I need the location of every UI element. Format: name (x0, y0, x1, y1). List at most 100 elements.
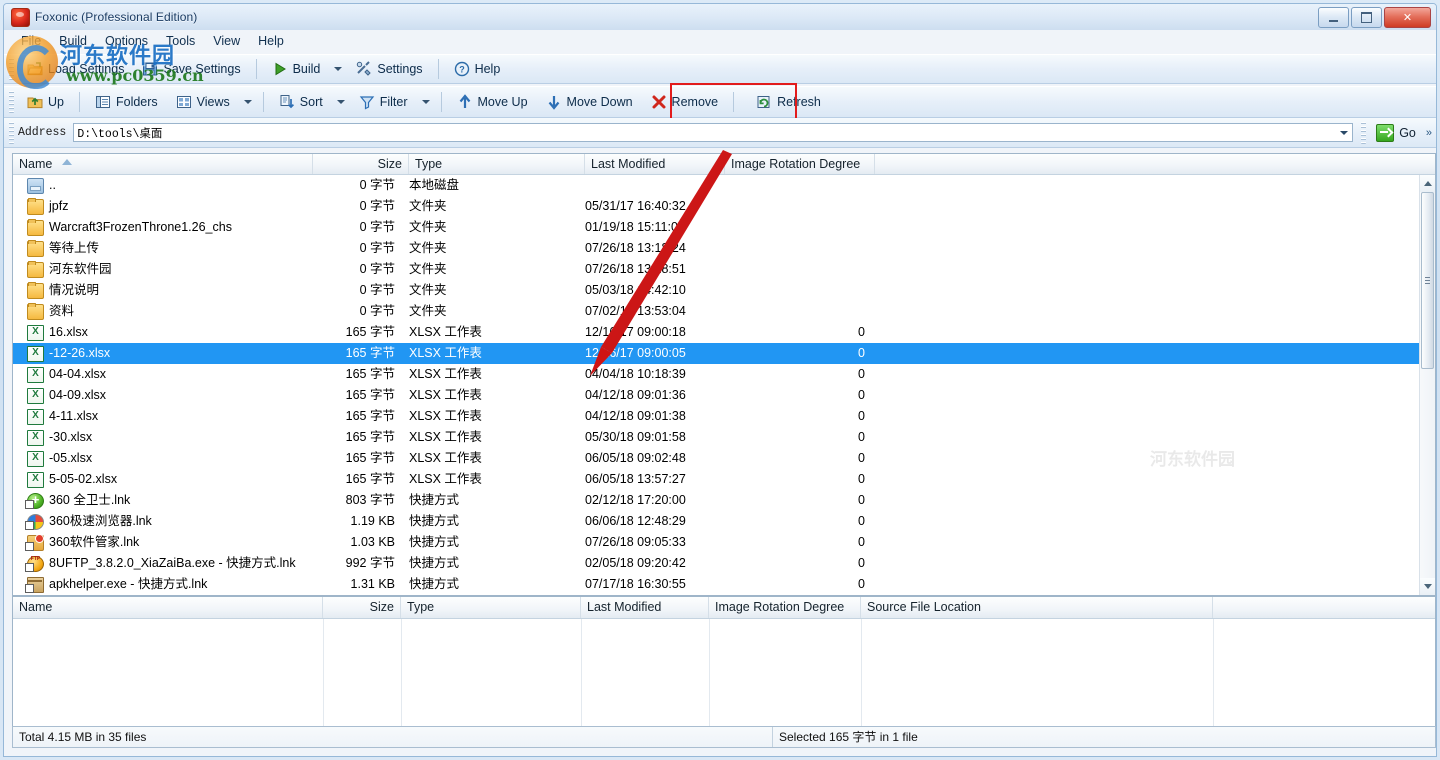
cell-type: 快捷方式 (409, 577, 460, 591)
table-row[interactable]: 河东软件园 0 字节 文件夹 07/26/18 13:18:51 (13, 259, 1419, 280)
remove-button[interactable]: Remove (643, 90, 727, 114)
go-button[interactable]: Go (1370, 122, 1422, 144)
out-column-header-name[interactable]: Name (13, 597, 323, 618)
address-input[interactable]: D:\tools\桌面 (73, 123, 1354, 142)
sort-icon (280, 95, 294, 109)
table-row[interactable]: 4-11.xlsx 165 字节 XLSX 工作表 04/12/18 09:01:38… (13, 406, 1419, 427)
file-name-text: 360极速浏览器.lnk (49, 514, 152, 528)
toolbar-separator (78, 92, 80, 112)
table-row[interactable]: 资料 0 字节 文件夹 07/02/18 13:53:04 (13, 301, 1419, 322)
cell-modified: 07/26/18 13:18:51 (585, 262, 686, 276)
cell-size: 165 字节 (345, 388, 395, 402)
sort-dropdown-caret-icon[interactable] (336, 100, 345, 104)
status-total: Total 4.15 MB in 35 files (13, 727, 773, 747)
settings-label: Settings (377, 62, 423, 76)
window-frame: Foxonic (Professional Edition) ✕ File Bu… (3, 3, 1437, 757)
cell-rotation: 0 (858, 367, 865, 381)
scrollbar-thumb[interactable] (1421, 192, 1434, 369)
go-grip[interactable] (1361, 121, 1367, 144)
cell-rotation: 0 (858, 451, 865, 465)
column-header-rotation[interactable]: Image Rotation Degree (725, 154, 875, 174)
table-row[interactable]: jpfz 0 字节 文件夹 05/31/17 16:40:32 (13, 196, 1419, 217)
views-grid-icon (176, 96, 191, 108)
column-header-name[interactable]: Name (13, 154, 313, 174)
toolbar-grip[interactable] (9, 58, 14, 80)
table-row[interactable]: apkhelper.exe - 快捷方式.lnk 1.31 KB 快捷方式 07/17… (13, 574, 1419, 595)
out-column-header-type[interactable]: Type (401, 597, 581, 618)
title-bar: Foxonic (Professional Edition) ✕ (4, 4, 1436, 30)
table-row[interactable]: 360极速浏览器.lnk 1.19 KB 快捷方式 06/06/18 12:48:29… (13, 511, 1419, 532)
table-row[interactable]: -30.xlsx 165 字节 XLSX 工作表 05/30/18 09:01:58 0 (13, 427, 1419, 448)
table-row[interactable]: Warcraft3FrozenThrone1.26_chs 0 字节 文件夹 01/1… (13, 217, 1419, 238)
chevron-down-icon[interactable] (1340, 130, 1349, 135)
table-row[interactable]: .. 0 字节 本地磁盘 (13, 175, 1419, 196)
minimize-button[interactable] (1318, 7, 1349, 28)
load-settings-button[interactable]: Load Settings (19, 57, 132, 81)
table-row[interactable]: 360 全卫士.lnk 803 字节快捷方式 02/12/18 17:20:00 0 (13, 490, 1419, 511)
save-settings-button[interactable]: Save Settings (134, 57, 248, 81)
column-header-type[interactable]: Type (409, 154, 585, 174)
toolbar-separator (440, 92, 442, 112)
filter-button[interactable]: Filter (351, 90, 416, 114)
out-column-header-modified[interactable]: Last Modified (581, 597, 709, 618)
scroll-down-button[interactable] (1420, 578, 1435, 595)
move-down-button[interactable]: Move Down (538, 90, 641, 114)
up-folder-icon (27, 97, 43, 109)
file-name-text: Warcraft3FrozenThrone1.26_chs (49, 220, 232, 234)
up-button[interactable]: Up (19, 90, 72, 114)
folders-button[interactable]: Folders (87, 90, 166, 114)
menu-help[interactable]: Help (249, 32, 293, 50)
build-button[interactable]: Build (264, 57, 329, 81)
table-row[interactable]: 8UFTP_3.8.2.0_XiaZaiBa.exe - 快捷方式.lnk 992… (13, 553, 1419, 574)
table-row[interactable]: 04-09.xlsx 165 字节 XLSX 工作表 04/12/18 09:01:3… (13, 385, 1419, 406)
menu-file[interactable]: File (12, 32, 50, 50)
cell-modified: 02/05/18 09:20:42 (585, 556, 686, 570)
build-dropdown-caret-icon[interactable] (334, 67, 343, 71)
close-button[interactable]: ✕ (1384, 7, 1431, 28)
toolbar-grip[interactable] (9, 91, 14, 113)
output-list-header: Name Size Type Last Modified Image Rotat… (13, 597, 1435, 619)
settings-button[interactable]: Settings (348, 57, 430, 81)
cell-rotation: 0 (858, 556, 865, 570)
cell-size: 992 字节 (345, 556, 395, 570)
sort-button[interactable]: Sort (271, 90, 331, 114)
menu-tools[interactable]: Tools (157, 32, 204, 50)
table-row[interactable]: 等待上传 0 字节 文件夹 07/26/18 13:18:24 (13, 238, 1419, 259)
table-row[interactable]: 情况说明 0 字节 文件夹 05/03/18 14:42:10 (13, 280, 1419, 301)
maximize-button[interactable] (1351, 7, 1382, 28)
addressbar-grip[interactable] (9, 121, 14, 144)
table-row[interactable]: 16.xlsx 165 字节 XLSX 工作表 12/16/17 09:00:18 0 (13, 322, 1419, 343)
views-button[interactable]: Views (168, 90, 238, 114)
column-header-modified[interactable]: Last Modified (585, 154, 725, 174)
tools-icon (357, 61, 372, 76)
table-row[interactable]: -05.xlsx 165 字节 XLSX 工作表 06/05/18 09:02:48 0 (13, 448, 1419, 469)
scroll-up-button[interactable] (1420, 175, 1435, 192)
toolbar-overflow-icon[interactable]: » (1422, 127, 1436, 139)
column-header-size[interactable]: Size (313, 154, 409, 174)
cell-type: XLSX 工作表 (409, 388, 482, 402)
file-list-rows: .. 0 字节 本地磁盘 jpfz 0 字节 文件夹 05/31/17 16:40:32 Wa… (13, 175, 1419, 595)
out-column-header-source[interactable]: Source File Location (861, 597, 1213, 618)
file-name-text: 资料 (49, 304, 75, 318)
cell-modified: 07/26/18 09:05:33 (585, 535, 686, 549)
cell-size: 165 字节 (345, 409, 395, 423)
refresh-button[interactable]: Refresh (748, 90, 829, 114)
file-list-scrollbar[interactable] (1419, 175, 1435, 595)
help-button[interactable]: ? Help (446, 57, 509, 81)
table-row[interactable]: 04-04.xlsx 165 字节 XLSX 工作表 04/04/18 10:18:3… (13, 364, 1419, 385)
open-folder-icon (27, 62, 43, 76)
cell-size: 165 字节 (345, 325, 395, 339)
table-row[interactable]: 5-05-02.xlsx 165 字节 XLSX 工作表 06/05/18 13:57… (13, 469, 1419, 490)
cell-modified: 07/02/18 13:53:04 (585, 304, 686, 318)
move-up-button[interactable]: Move Up (449, 90, 536, 114)
filter-dropdown-caret-icon[interactable] (421, 100, 430, 104)
table-row[interactable]: -12-26.xlsx 165 字节 XLSX 工作表 12/26/17 09:00:… (13, 343, 1419, 364)
table-row[interactable]: 360软件管家.lnk 1.03 KB 快捷方式 07/26/18 09:05:33 0 (13, 532, 1419, 553)
out-column-header-rotation[interactable]: Image Rotation Degree (709, 597, 861, 618)
menu-build[interactable]: Build (50, 32, 96, 50)
cell-modified: 07/17/18 16:30:55 (585, 577, 686, 591)
out-column-header-size[interactable]: Size (323, 597, 401, 618)
menu-view[interactable]: View (204, 32, 249, 50)
menu-options[interactable]: Options (96, 32, 157, 50)
views-dropdown-caret-icon[interactable] (243, 100, 252, 104)
